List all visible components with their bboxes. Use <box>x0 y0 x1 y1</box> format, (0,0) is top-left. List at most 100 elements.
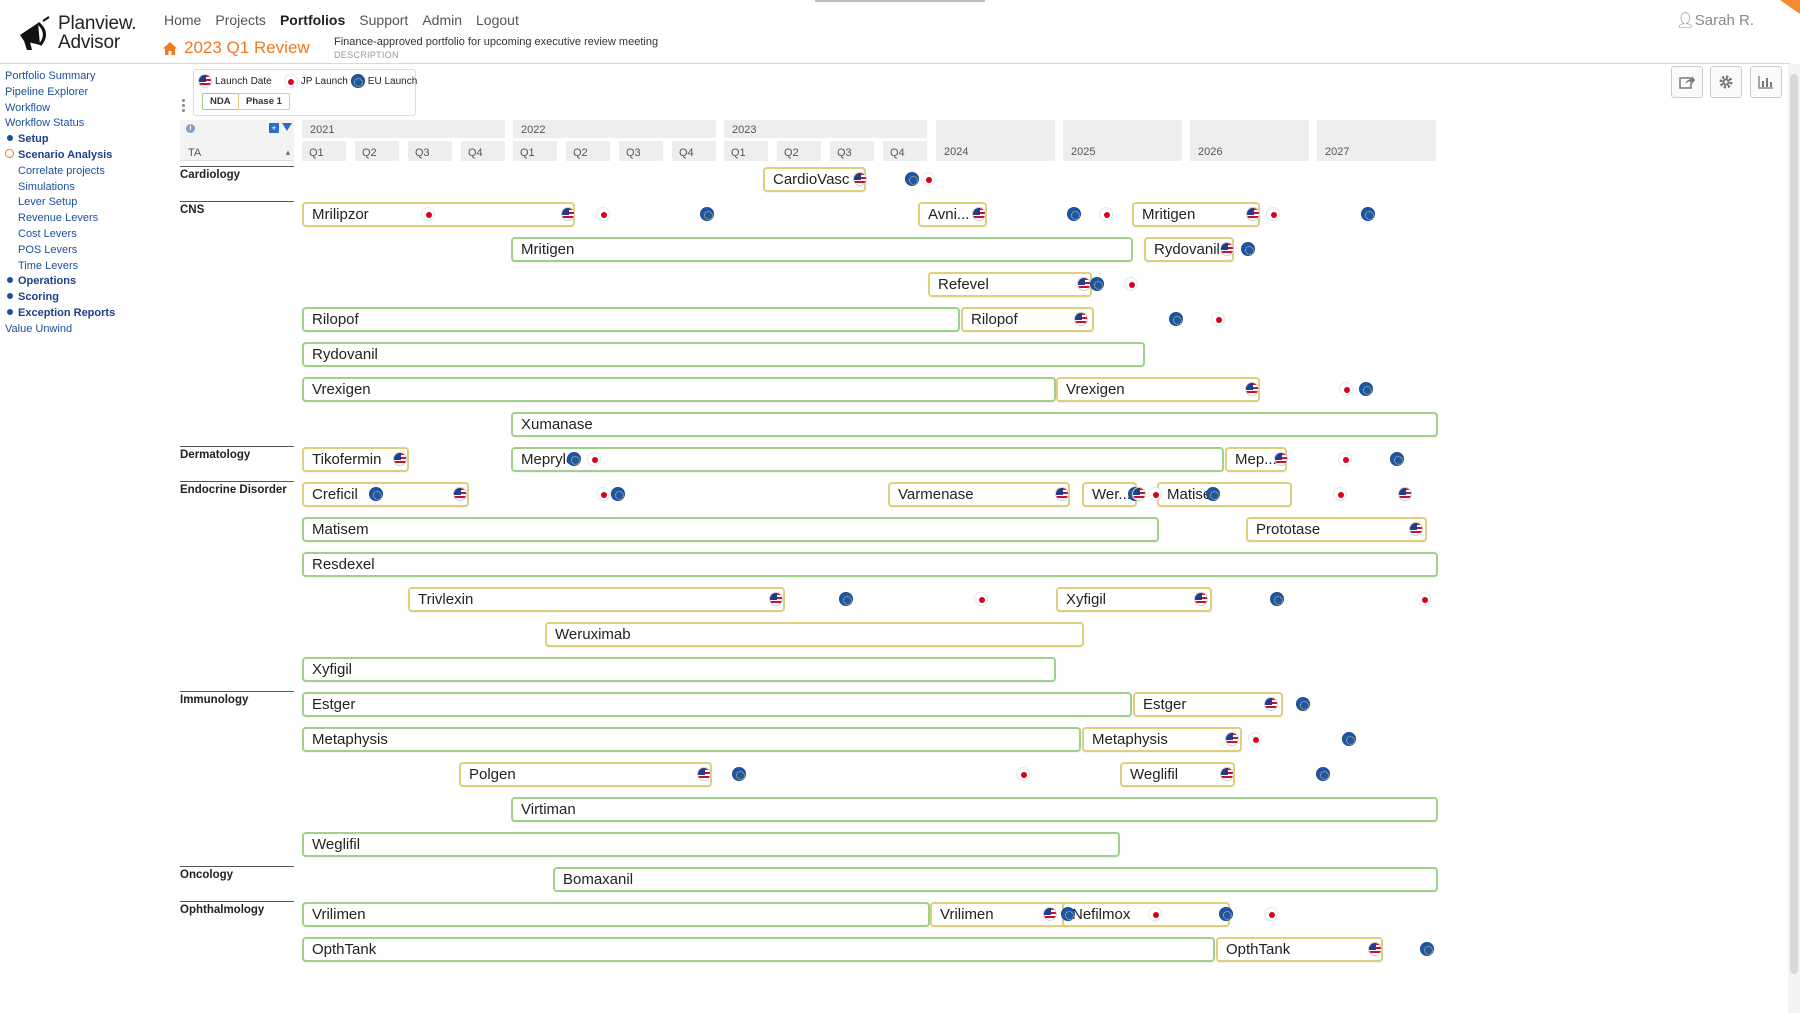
eu-launch-icon[interactable] <box>1361 207 1375 221</box>
us-launch-flag-icon[interactable] <box>769 592 783 606</box>
us-launch-flag-icon[interactable] <box>972 207 986 221</box>
us-launch-flag-icon[interactable] <box>393 452 407 466</box>
project-bar-creficil[interactable]: Creficil <box>302 482 469 507</box>
project-bar-opthtank[interactable]: OpthTank <box>1216 937 1383 962</box>
eu-launch-icon[interactable] <box>839 592 853 606</box>
sort-caret-icon[interactable]: ▲ <box>284 148 292 157</box>
info-icon[interactable]: i <box>186 124 195 133</box>
project-bar-varmenase[interactable]: Varmenase <box>888 482 1070 507</box>
project-bar-rilopof[interactable]: Rilopof <box>302 307 960 332</box>
us-launch-flag-icon[interactable] <box>453 487 467 501</box>
us-launch-flag-icon[interactable] <box>1077 277 1091 291</box>
eu-launch-icon[interactable] <box>1342 732 1356 746</box>
us-launch-flag-icon[interactable] <box>1055 487 1069 501</box>
us-launch-flag-icon[interactable] <box>1220 767 1234 781</box>
project-bar-polgen[interactable]: Polgen <box>459 762 712 787</box>
sidebar-item-simulations[interactable]: Simulations <box>5 180 115 196</box>
project-bar-mrilipzor[interactable]: Mrilipzor <box>302 202 575 227</box>
sidebar-item-scenario-analysis[interactable]: Scenario Analysis <box>5 148 115 164</box>
jp-launch-icon[interactable] <box>1148 487 1162 501</box>
jp-launch-icon[interactable] <box>1339 382 1353 396</box>
sidebar-item-value-unwind[interactable]: Value Unwind <box>5 322 115 338</box>
eu-launch-icon[interactable] <box>1390 452 1404 466</box>
project-bar-mritigen[interactable]: Mritigen <box>1132 202 1260 227</box>
nav-projects[interactable]: Projects <box>215 12 266 28</box>
eu-launch-icon[interactable] <box>1241 242 1255 256</box>
user-menu[interactable]: 👤︎Sarah R. <box>1676 11 1754 29</box>
jp-launch-icon[interactable] <box>587 452 601 466</box>
project-bar-meprylo[interactable]: Meprylo <box>511 447 1224 472</box>
jp-launch-icon[interactable] <box>1266 207 1280 221</box>
project-bar-estger[interactable]: Estger <box>302 692 1132 717</box>
sidebar-item-workflow-status[interactable]: Workflow Status <box>5 116 115 132</box>
us-launch-flag-icon[interactable] <box>1368 942 1382 956</box>
eu-launch-icon[interactable] <box>732 767 746 781</box>
project-bar-metaphysis[interactable]: Metaphysis <box>302 727 1081 752</box>
sidebar-item-scoring[interactable]: Scoring <box>5 290 115 306</box>
us-launch-flag-icon[interactable] <box>697 767 711 781</box>
us-launch-flag-icon[interactable] <box>1132 487 1146 501</box>
eu-launch-icon[interactable] <box>1270 592 1284 606</box>
jp-launch-icon[interactable] <box>596 207 610 221</box>
add-icon[interactable]: + <box>269 123 279 133</box>
us-launch-flag-icon[interactable] <box>1274 452 1288 466</box>
nav-portfolios[interactable]: Portfolios <box>280 12 345 28</box>
us-launch-flag-icon[interactable] <box>1409 522 1423 536</box>
page-scrollbar[interactable] <box>1788 64 1800 1013</box>
project-bar-trivlexin[interactable]: Trivlexin <box>408 587 785 612</box>
us-launch-flag-icon[interactable] <box>1043 907 1057 921</box>
eu-launch-icon[interactable] <box>369 487 383 501</box>
eu-launch-icon[interactable] <box>1359 382 1373 396</box>
sidebar-item-exception-reports[interactable]: Exception Reports <box>5 306 115 322</box>
sidebar-item-pos-levers[interactable]: POS Levers <box>5 243 115 259</box>
us-launch-flag-icon[interactable] <box>1264 697 1278 711</box>
settings-button[interactable] <box>1710 66 1742 98</box>
eu-launch-icon[interactable] <box>700 207 714 221</box>
us-launch-flag-icon[interactable] <box>1225 732 1239 746</box>
nav-home[interactable]: Home <box>164 12 201 28</box>
us-launch-flag-icon[interactable] <box>1246 207 1260 221</box>
eu-launch-icon[interactable] <box>1316 767 1330 781</box>
sidebar-item-pipeline-explorer[interactable]: Pipeline Explorer <box>5 85 115 101</box>
jp-launch-icon[interactable] <box>1124 277 1138 291</box>
jp-launch-icon[interactable] <box>1148 907 1162 921</box>
jp-launch-icon[interactable] <box>1264 907 1278 921</box>
chart-view-button[interactable] <box>1750 66 1782 98</box>
eu-launch-icon[interactable] <box>1420 942 1434 956</box>
sidebar-item-time-levers[interactable]: Time Levers <box>5 259 115 275</box>
eu-launch-icon[interactable] <box>905 172 919 186</box>
sidebar-item-workflow[interactable]: Workflow <box>5 101 115 117</box>
jp-launch-icon[interactable] <box>1099 207 1113 221</box>
project-bar-matise[interactable]: Matise <box>1157 482 1292 507</box>
nav-logout[interactable]: Logout <box>476 12 519 28</box>
nav-support[interactable]: Support <box>359 12 408 28</box>
us-launch-flag-icon[interactable] <box>561 207 575 221</box>
eu-launch-icon[interactable] <box>1206 487 1220 501</box>
us-launch-flag-icon[interactable] <box>1220 242 1234 256</box>
jp-launch-icon[interactable] <box>921 172 935 186</box>
project-bar-metaphysis[interactable]: Metaphysis <box>1082 727 1242 752</box>
project-bar-mritigen[interactable]: Mritigen <box>511 237 1133 262</box>
sidebar-item-operations[interactable]: Operations <box>5 274 115 290</box>
drag-handle[interactable] <box>182 99 186 115</box>
jp-launch-icon[interactable] <box>1417 592 1431 606</box>
project-bar-opthtank[interactable]: OpthTank <box>302 937 1215 962</box>
jp-launch-icon[interactable] <box>1248 732 1262 746</box>
project-bar-prototase[interactable]: Prototase <box>1246 517 1427 542</box>
project-bar-weruximab[interactable]: Weruximab <box>545 622 1084 647</box>
project-bar-virtiman[interactable]: Virtiman <box>511 797 1438 822</box>
jp-launch-icon[interactable] <box>596 487 610 501</box>
sidebar-item-lever-setup[interactable]: Lever Setup <box>5 195 115 211</box>
project-bar-estger[interactable]: Estger <box>1133 692 1283 717</box>
eu-launch-icon[interactable] <box>1296 697 1310 711</box>
project-bar-cardiovasc[interactable]: CardioVasc <box>763 167 866 192</box>
sidebar-item-cost-levers[interactable]: Cost Levers <box>5 227 115 243</box>
eu-launch-icon[interactable] <box>1219 907 1233 921</box>
jp-launch-icon[interactable] <box>974 592 988 606</box>
portfolio-description[interactable]: Finance-approved portfolio for upcoming … <box>334 36 658 48</box>
eu-launch-icon[interactable] <box>611 487 625 501</box>
us-launch-flag-icon[interactable] <box>853 172 867 186</box>
project-bar-weglifil[interactable]: Weglifil <box>302 832 1120 857</box>
sidebar-item-correlate-projects[interactable]: Correlate projects <box>5 164 115 180</box>
project-bar-bomaxanil[interactable]: Bomaxanil <box>553 867 1438 892</box>
